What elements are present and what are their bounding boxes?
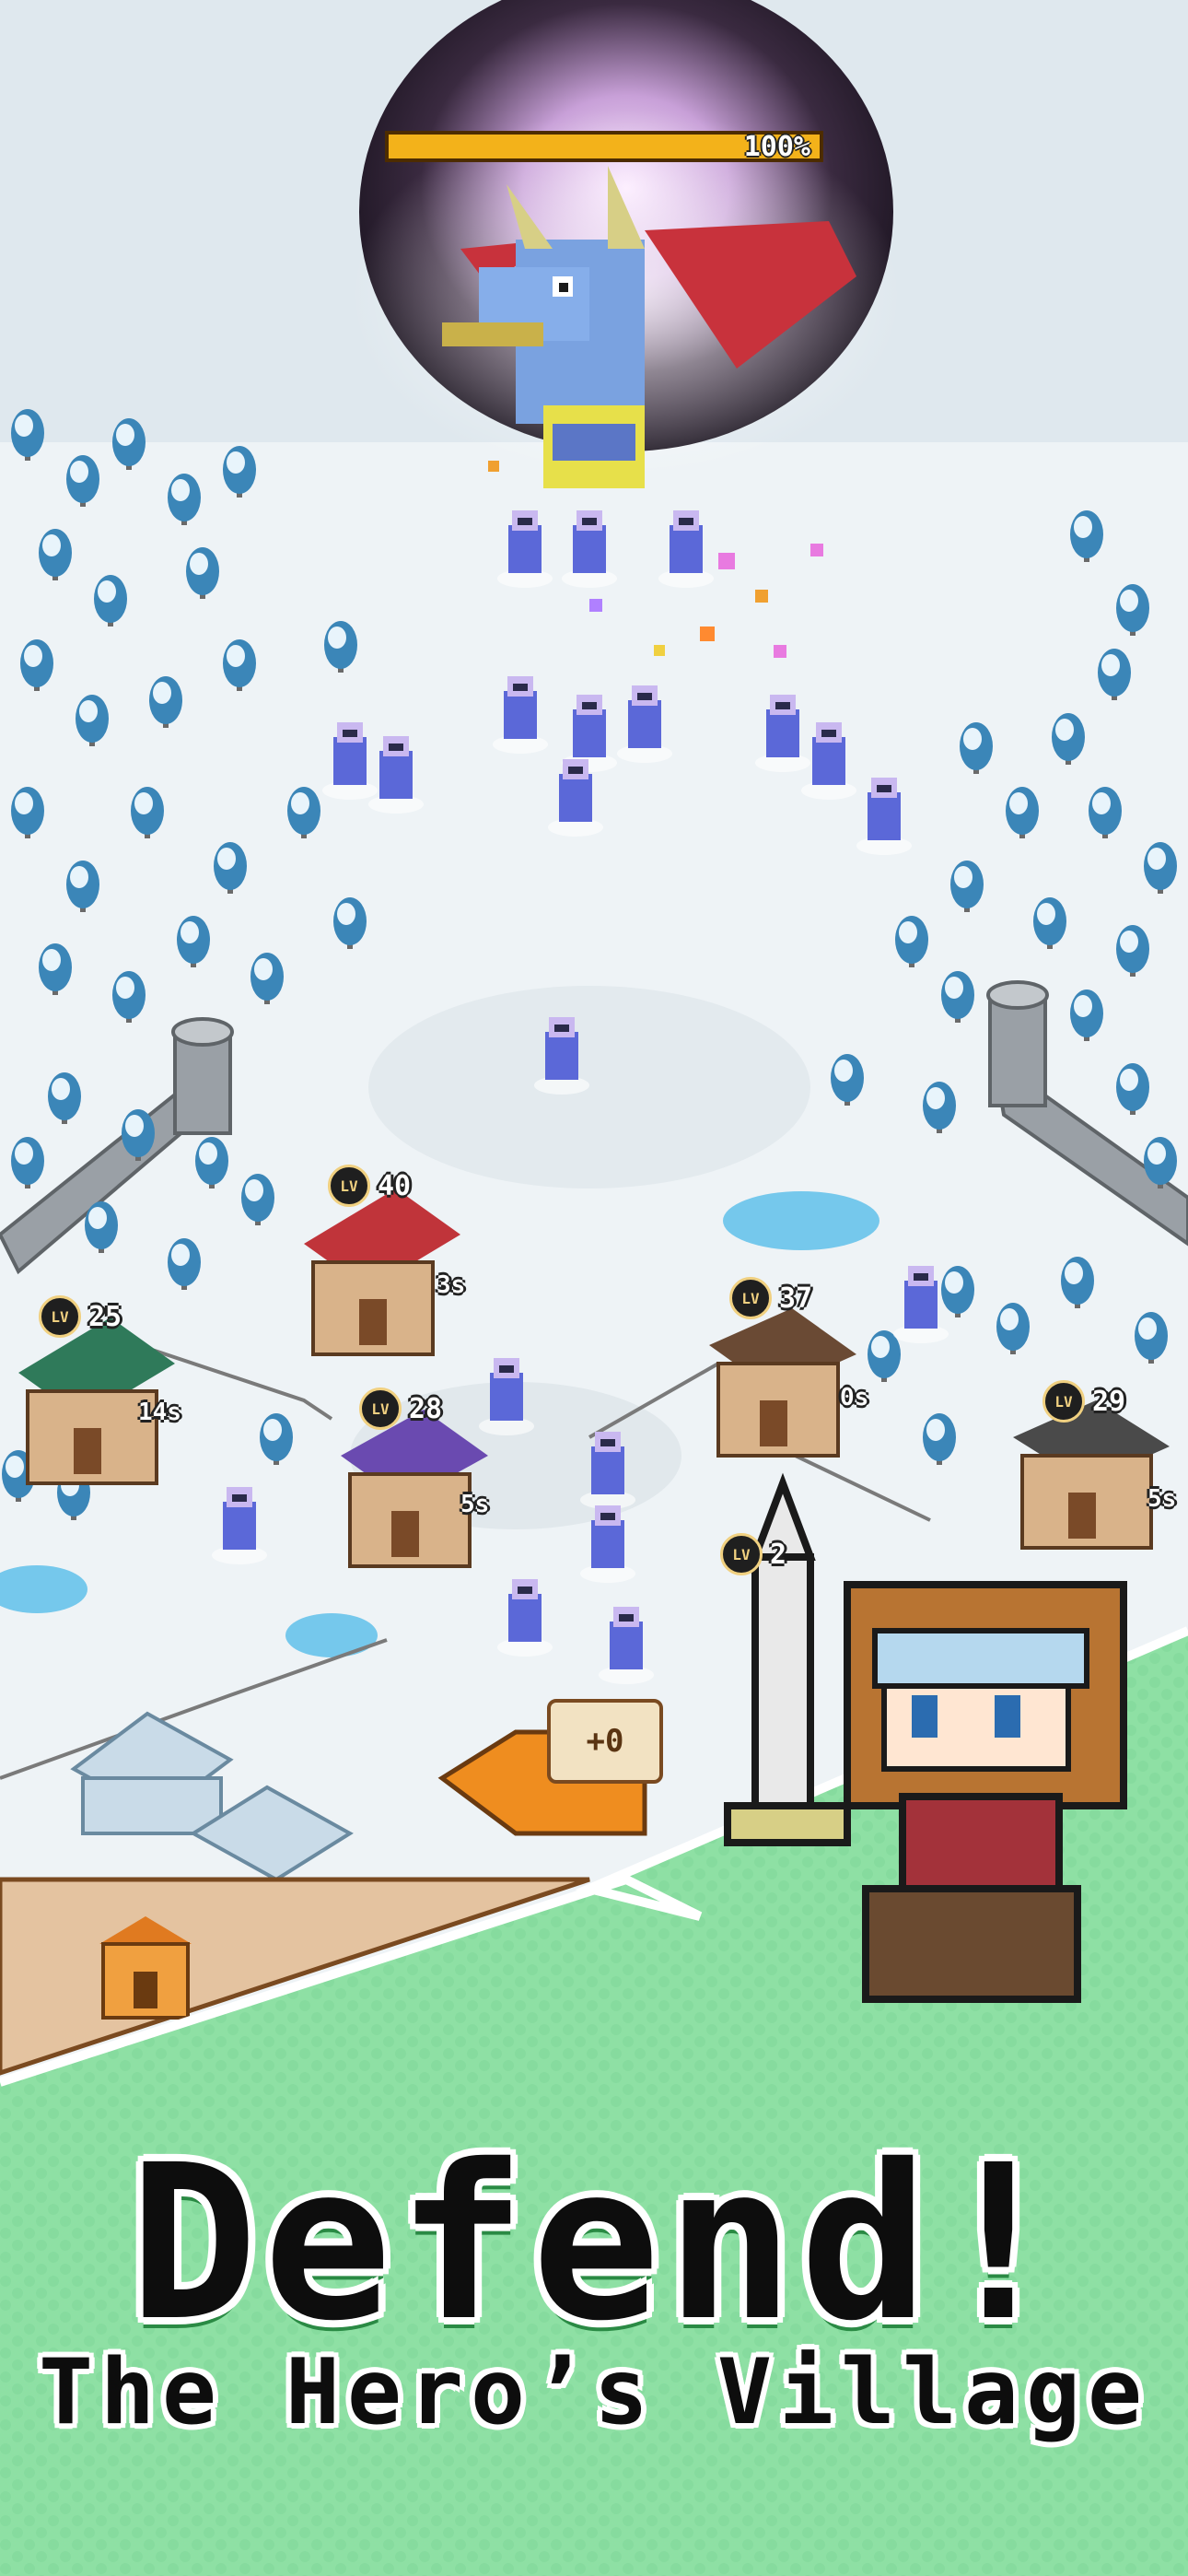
building-level-badge[interactable]: LV 40 (328, 1165, 411, 1207)
level-icon: LV (328, 1165, 370, 1207)
building-level: 2 (770, 1538, 787, 1571)
building-level: 40 (378, 1169, 412, 1202)
boss-hp-bar: 100% (385, 131, 823, 163)
building-timer: 14s (138, 1399, 181, 1426)
level-icon: LV (720, 1533, 763, 1575)
building-timer: 3s (437, 1271, 466, 1299)
reward-sign[interactable]: +0 (547, 1699, 663, 1784)
level-icon: LV (1042, 1380, 1085, 1423)
building-timer: 5s (460, 1491, 490, 1518)
building-level-badge[interactable]: LV 25 (39, 1295, 122, 1338)
level-icon: LV (729, 1277, 772, 1319)
promo-headline: Defend! (129, 2119, 1068, 2368)
building-level-badge[interactable]: LV 37 (729, 1277, 812, 1319)
promo-subhead: The Hero’s Village (38, 2340, 1150, 2445)
building-level-badge[interactable]: LV 2 (720, 1533, 786, 1575)
building-timer: 0s (840, 1384, 869, 1411)
level-icon: LV (39, 1295, 81, 1338)
level-icon: LV (359, 1388, 402, 1430)
building-level-badge[interactable]: LV 29 (1042, 1380, 1125, 1423)
building-level: 25 (88, 1300, 122, 1333)
boss-hp-text: 100% (743, 131, 810, 163)
boss-dragon (350, 0, 903, 488)
building-timer: 5s (1147, 1485, 1177, 1513)
building-level-badge[interactable]: LV 28 (359, 1388, 442, 1430)
building-level: 37 (779, 1282, 813, 1315)
building-level: 28 (409, 1392, 443, 1425)
building-level: 29 (1092, 1385, 1126, 1418)
